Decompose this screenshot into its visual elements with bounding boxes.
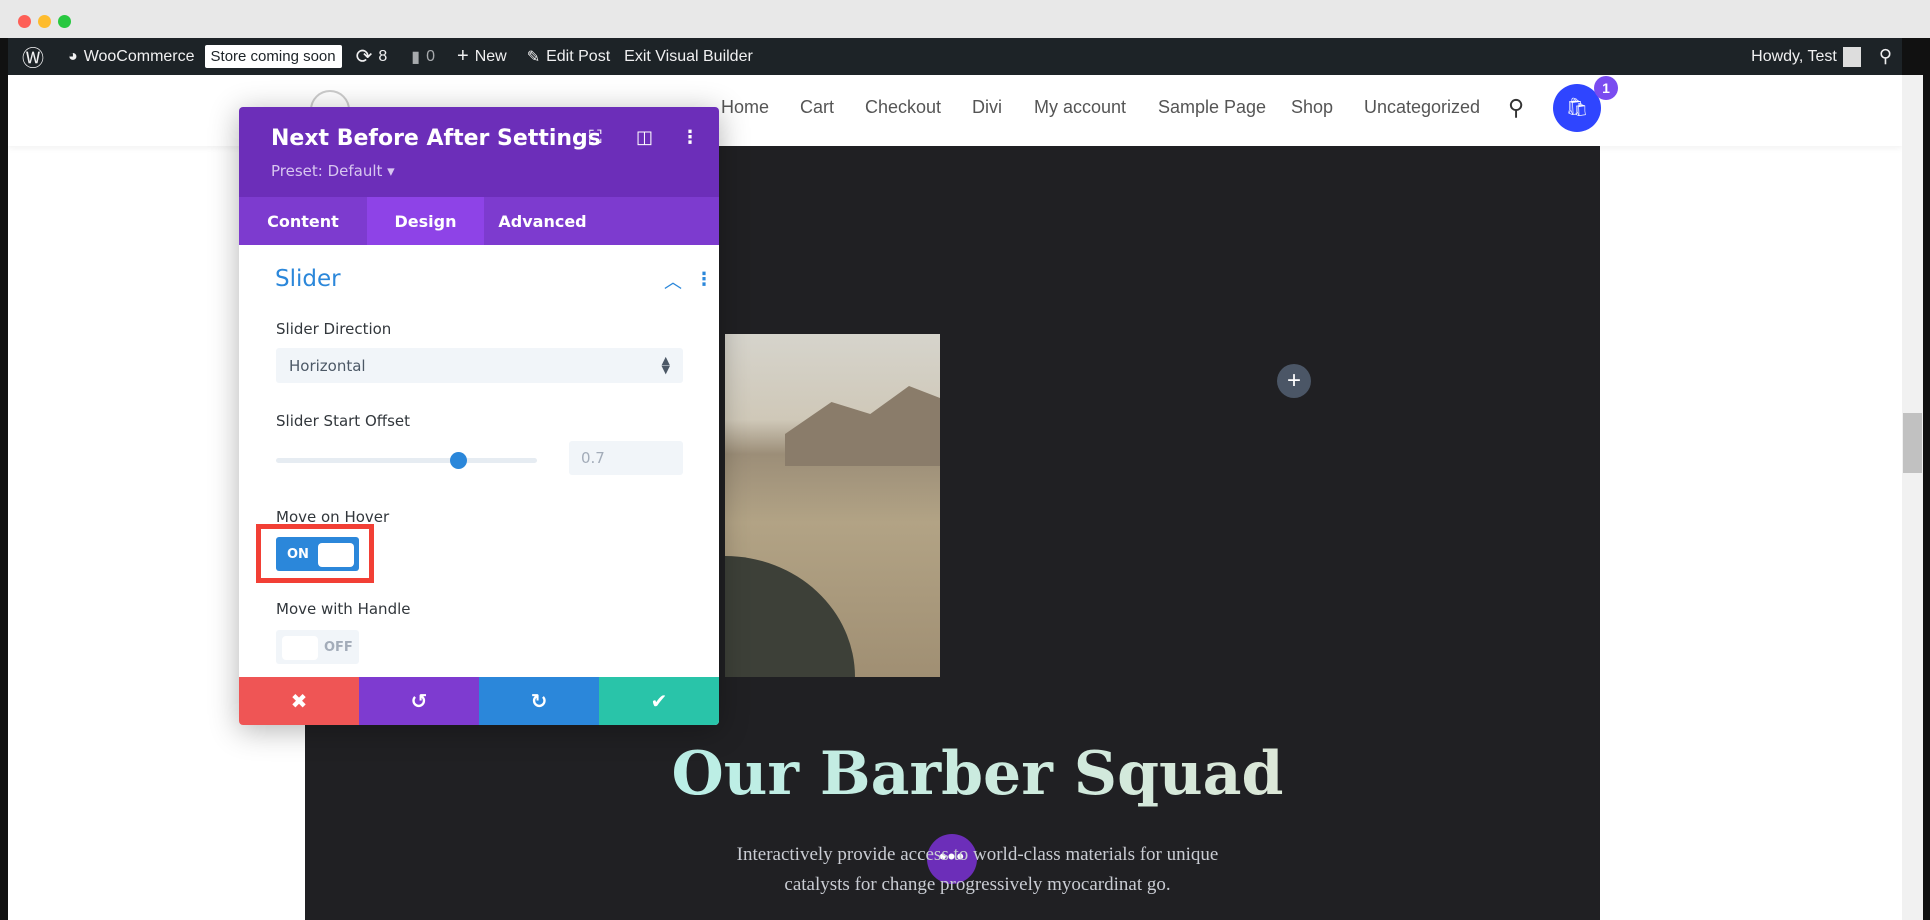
- slider-direction-select[interactable]: Horizontal ▲ ▼: [276, 348, 683, 383]
- move-with-handle-label: Move with Handle: [276, 600, 411, 618]
- move-on-hover-toggle[interactable]: ON: [276, 537, 359, 571]
- scrollbar[interactable]: [1902, 75, 1923, 920]
- minimize-window-button[interactable]: [38, 15, 51, 28]
- section-description-line1: Interactively provide access to world-cl…: [736, 844, 1219, 865]
- new-link[interactable]: + New: [457, 45, 507, 68]
- maximize-window-button[interactable]: [58, 15, 71, 28]
- checkmark-icon: ✔: [650, 689, 668, 713]
- redo-icon: ↻: [530, 689, 548, 713]
- howdy-user-menu[interactable]: Howdy, Test: [1751, 46, 1861, 67]
- window-titlebar: [0, 0, 1930, 38]
- admin-site-link[interactable]: ◕ WooCommerce: [68, 48, 195, 66]
- more-options-icon[interactable]: ⋮: [681, 127, 699, 148]
- nav-divi[interactable]: Divi: [972, 97, 1002, 118]
- slider-direction-label: Slider Direction: [276, 320, 392, 338]
- updates-link[interactable]: ⟳ 8: [356, 44, 388, 69]
- move-with-handle-toggle[interactable]: OFF: [276, 630, 359, 664]
- start-offset-slider-track[interactable]: [276, 458, 537, 463]
- store-coming-soon-badge[interactable]: Store coming soon: [204, 45, 342, 68]
- tab-design[interactable]: Design: [367, 197, 484, 245]
- comment-icon: ▮: [411, 48, 421, 66]
- preset-dropdown[interactable]: Preset: Default ▾: [271, 162, 395, 180]
- nav-uncategorized[interactable]: Uncategorized: [1364, 97, 1480, 118]
- section-title-slider[interactable]: Slider: [275, 266, 341, 292]
- undo-icon: ↺: [410, 689, 428, 713]
- select-arrows-icon: ▲ ▼: [661, 354, 670, 376]
- add-module-button[interactable]: +: [1277, 364, 1311, 398]
- avatar: [1842, 46, 1861, 67]
- exit-visual-builder-link[interactable]: Exit Visual Builder: [624, 48, 753, 66]
- nav-my-account[interactable]: My account: [1034, 97, 1126, 118]
- sidebar-layout-icon[interactable]: ◫: [636, 127, 653, 148]
- admin-search-icon[interactable]: ⚲: [1879, 46, 1892, 67]
- nav-sample-page[interactable]: Sample Page: [1158, 97, 1266, 118]
- close-window-button[interactable]: [18, 15, 31, 28]
- chevron-up-icon[interactable]: ︿: [664, 268, 682, 294]
- cancel-button[interactable]: ✖: [239, 677, 359, 725]
- start-offset-input[interactable]: 0.7: [569, 441, 683, 475]
- toggle-knob: [318, 543, 354, 567]
- undo-button[interactable]: ↺: [359, 677, 479, 725]
- panel-title: Next Before After Settings: [271, 126, 601, 151]
- wordpress-logo-icon[interactable]: Ⓦ: [22, 41, 44, 73]
- start-offset-slider-handle[interactable]: [450, 452, 468, 469]
- edit-post-link[interactable]: ✎ Edit Post: [527, 47, 610, 67]
- close-icon: ✖: [290, 689, 308, 713]
- refresh-icon: ⟳: [355, 46, 373, 68]
- tab-advanced[interactable]: Advanced: [484, 197, 601, 245]
- wp-admin-bar: Ⓦ ◕ WooCommerce Store coming soon ⟳ 8 ▮ 0 +…: [8, 38, 1902, 75]
- redo-button[interactable]: ↻: [479, 677, 599, 725]
- section-heading: Our Barber Squad: [305, 738, 1600, 810]
- section-description-line2: catalysts for change progressively myoca…: [784, 874, 1171, 895]
- slider-start-offset-label: Slider Start Offset: [276, 412, 411, 430]
- plus-icon: +: [457, 45, 469, 67]
- nav-checkout[interactable]: Checkout: [865, 97, 941, 118]
- nav-cart[interactable]: Cart: [800, 97, 834, 118]
- nav-home[interactable]: Home: [721, 97, 769, 118]
- toggle-knob: [282, 636, 318, 660]
- shopping-bag-icon: 🛍: [1565, 97, 1589, 117]
- dashboard-icon: ◕: [68, 47, 78, 65]
- panel-header[interactable]: Next Before After Settings Preset: Defau…: [239, 107, 719, 197]
- pencil-icon: ✎: [526, 48, 541, 66]
- nav-shop[interactable]: Shop: [1291, 97, 1333, 118]
- save-button[interactable]: ✔: [599, 677, 719, 725]
- panel-tabs: Content Design Advanced: [239, 197, 719, 245]
- section-options-icon[interactable]: ⋮: [695, 269, 713, 290]
- scrollbar-thumb[interactable]: [1903, 413, 1922, 473]
- fullscreen-icon[interactable]: ⛶: [589, 127, 602, 148]
- comments-link[interactable]: ▮ 0: [411, 47, 435, 67]
- search-icon[interactable]: ⚲: [1508, 95, 1524, 121]
- tab-content[interactable]: Content: [239, 197, 367, 245]
- module-settings-panel: Next Before After Settings Preset: Defau…: [239, 107, 719, 725]
- cart-count-badge: 1: [1594, 76, 1618, 100]
